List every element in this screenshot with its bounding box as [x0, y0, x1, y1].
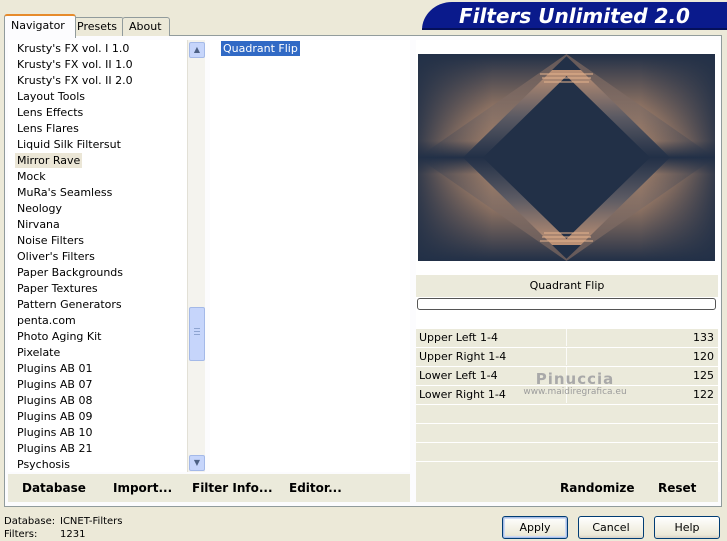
randomize-button[interactable]: Randomize — [560, 481, 634, 495]
param-label: Upper Left 1-4 — [419, 331, 498, 344]
apply-button[interactable]: Apply — [502, 516, 568, 539]
category-item[interactable]: Oliver's Filters — [15, 249, 97, 264]
help-button[interactable]: Help — [654, 516, 720, 539]
category-item[interactable]: Mock — [15, 169, 48, 184]
param-row[interactable]: Lower Left 1-4 125 — [416, 367, 718, 386]
category-list[interactable]: Krusty's FX vol. I 1.0 Krusty's FX vol. I… — [8, 40, 204, 472]
category-scrollbar[interactable]: ▲ ▼ — [187, 40, 205, 472]
scroll-up-button[interactable]: ▲ — [189, 42, 205, 58]
app-title-banner: Filters Unlimited 2.0 — [422, 2, 727, 30]
status-database-label: Database: — [4, 516, 56, 527]
category-item[interactable]: Pattern Generators — [15, 297, 124, 312]
filter-info-button[interactable]: Filter Info... — [192, 481, 273, 495]
param-label: Lower Left 1-4 — [419, 369, 498, 382]
category-item[interactable]: Psychosis — [15, 457, 72, 472]
current-filter-name: Quadrant Flip — [416, 275, 718, 297]
status-filters: Filters: 1231 — [4, 529, 85, 540]
category-item[interactable]: Layout Tools — [15, 89, 87, 104]
category-item[interactable]: Paper Backgrounds — [15, 265, 125, 280]
tab-presets[interactable]: Presets — [70, 17, 124, 36]
category-item[interactable]: Lens Flares — [15, 121, 81, 136]
status-database: Database: ICNET-Filters — [4, 516, 123, 527]
preview-button-bar: Randomize Reset — [416, 474, 718, 502]
status-filters-value: 1231 — [60, 529, 86, 540]
status-filters-label: Filters: — [4, 529, 38, 540]
category-item[interactable]: Pixelate — [15, 345, 62, 360]
status-database-value: ICNET-Filters — [60, 516, 123, 527]
import-button[interactable]: Import... — [113, 481, 172, 495]
param-row-empty — [416, 405, 718, 424]
tab-presets-label: Presets — [77, 20, 118, 33]
cancel-button[interactable]: Cancel — [578, 516, 644, 539]
navigator-button-bar: Database Import... Filter Info... Editor… — [8, 474, 410, 502]
param-row[interactable]: Upper Left 1-4 133 — [416, 329, 718, 348]
filter-item-quadrant-flip[interactable]: Quadrant Flip — [221, 41, 300, 56]
preview-image — [418, 54, 715, 261]
category-item[interactable]: Plugins AB 08 — [15, 393, 94, 408]
category-item[interactable]: Liquid Silk Filtersut — [15, 137, 123, 152]
category-item[interactable]: Mirror Rave — [15, 153, 83, 168]
category-item[interactable]: Krusty's FX vol. I 1.0 — [15, 41, 131, 56]
progress-bar — [417, 298, 716, 310]
param-row[interactable]: Lower Right 1-4 122 — [416, 386, 718, 405]
category-item[interactable]: Neology — [15, 201, 64, 216]
scroll-down-button[interactable]: ▼ — [189, 455, 205, 471]
tab-navigator[interactable]: Navigator — [4, 14, 76, 38]
tab-navigator-label: Navigator — [11, 19, 65, 32]
category-item[interactable]: Noise Filters — [15, 233, 86, 248]
filter-list[interactable]: Quadrant Flip — [210, 40, 410, 472]
category-item[interactable]: Paper Textures — [15, 281, 100, 296]
category-item[interactable]: Plugins AB 21 — [15, 441, 94, 456]
param-row[interactable]: Upper Right 1-4 120 — [416, 348, 718, 367]
tab-about[interactable]: About — [122, 17, 170, 36]
param-value: 122 — [693, 388, 714, 401]
param-label: Upper Right 1-4 — [419, 350, 507, 363]
scroll-thumb[interactable] — [189, 307, 205, 361]
category-item[interactable]: Krusty's FX vol. II 1.0 — [15, 57, 135, 72]
param-value: 120 — [693, 350, 714, 363]
category-item[interactable]: Plugins AB 09 — [15, 409, 94, 424]
parameter-list: Upper Left 1-4 133 Upper Right 1-4 120 Low… — [416, 329, 718, 481]
category-item[interactable]: Nirvana — [15, 217, 62, 232]
category-item[interactable]: Krusty's FX vol. II 2.0 — [15, 73, 135, 88]
category-item[interactable]: Plugins AB 07 — [15, 377, 94, 392]
param-row-empty — [416, 443, 718, 462]
category-item[interactable]: penta.com — [15, 313, 78, 328]
editor-button[interactable]: Editor... — [289, 481, 342, 495]
category-item[interactable]: MuRa's Seamless — [15, 185, 114, 200]
app-title: Filters Unlimited 2.0 — [459, 4, 690, 28]
param-row-empty — [416, 424, 718, 443]
param-label: Lower Right 1-4 — [419, 388, 506, 401]
param-value: 133 — [693, 331, 714, 344]
reset-button[interactable]: Reset — [658, 481, 696, 495]
category-item[interactable]: Plugins AB 10 — [15, 425, 94, 440]
category-item[interactable]: Plugins AB 01 — [15, 361, 94, 376]
category-item[interactable]: Photo Aging Kit — [15, 329, 103, 344]
database-button[interactable]: Database — [22, 481, 86, 495]
tab-about-label: About — [129, 20, 162, 33]
category-item[interactable]: Lens Effects — [15, 105, 85, 120]
param-value: 125 — [693, 369, 714, 382]
